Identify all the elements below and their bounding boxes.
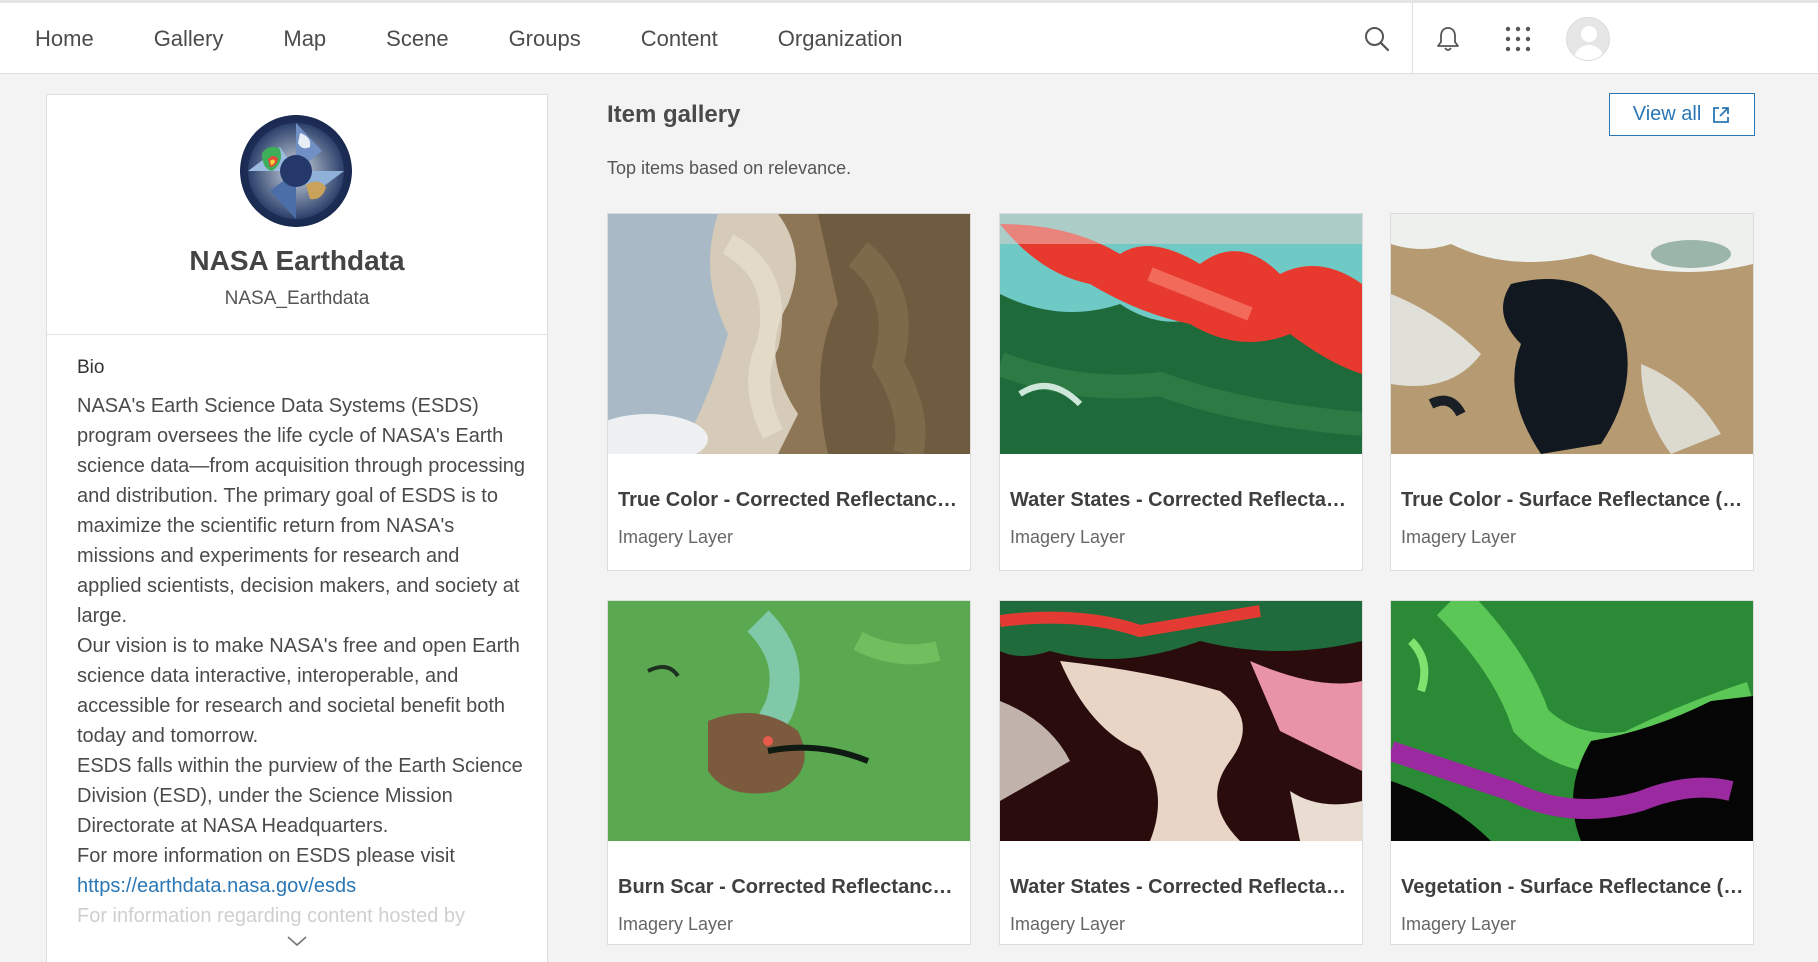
toolbar-divider [1412, 3, 1413, 74]
card-type: Imagery Layer [1401, 914, 1517, 934]
card-type: Imagery Layer [1010, 914, 1126, 934]
top-navigation-bar: Home Gallery Map Scene Groups Content Or… [0, 0, 1818, 74]
gallery-card[interactable]: Water States - Corrected Reflectance (MO… [999, 213, 1363, 571]
profile-header: NASA Earthdata NASA_Earthdata [47, 95, 547, 335]
esds-link[interactable]: https://earthdata.nasa.gov/esds [77, 871, 527, 901]
bio-section: Bio NASA's Earth Science Data Systems (E… [77, 357, 527, 931]
nav-scene[interactable]: Scene [356, 3, 478, 74]
organization-logo [240, 115, 352, 227]
main-nav: Home Gallery Map Scene Groups Content Or… [0, 3, 933, 74]
bell-icon [1437, 26, 1459, 51]
gallery-card[interactable]: Vegetation - Surface Reflectance (MODIS,… [1390, 600, 1754, 945]
organization-name: NASA Earthdata [189, 245, 405, 276]
bio-paragraph: For more information on ESDS please visi… [77, 845, 455, 867]
search-icon [1365, 26, 1390, 51]
external-link-icon [1713, 106, 1730, 123]
nav-map[interactable]: Map [253, 3, 356, 74]
gallery-card[interactable]: Water States - Corrected Reflectance (MO… [999, 600, 1363, 945]
card-title: True Color - Surface Reflectance (MODIS,… [1401, 489, 1745, 511]
card-thumbnail [1000, 214, 1362, 454]
card-type: Imagery Layer [618, 527, 734, 547]
organization-username: NASA_Earthdata [224, 288, 370, 309]
card-thumbnail [1000, 601, 1362, 841]
user-menu-button[interactable] [1558, 3, 1618, 74]
card-thumbnail [1391, 601, 1753, 841]
bio-paragraph: Our vision is to make NASA's free and op… [77, 635, 520, 747]
nav-content[interactable]: Content [611, 3, 748, 74]
card-thumbnail [608, 601, 970, 841]
nav-gallery[interactable]: Gallery [124, 3, 254, 74]
gallery-subtitle: Top items based on relevance. [607, 158, 852, 178]
gallery-card[interactable]: Burn Scar - Corrected Reflectance (MODIS… [607, 600, 971, 945]
app-launcher-button[interactable] [1488, 3, 1548, 74]
profile-card: NASA Earthdata NASA_Earthdata Bio NASA's… [46, 94, 548, 962]
card-thumbnail [608, 214, 970, 454]
card-type: Imagery Layer [1010, 527, 1126, 547]
card-type: Imagery Layer [1401, 527, 1517, 547]
app-launcher-icon [1505, 26, 1531, 51]
card-title: Water States - Corrected Reflectance (MO… [1010, 489, 1354, 511]
chevron-down-icon[interactable] [286, 933, 308, 949]
card-thumbnail [1391, 214, 1753, 454]
search-button[interactable] [1347, 3, 1407, 74]
gallery-card[interactable]: True Color - Surface Reflectance (MODIS,… [1390, 213, 1754, 571]
bio-paragraph: ESDS falls within the purview of the Ear… [77, 755, 523, 837]
notifications-button[interactable] [1418, 3, 1478, 74]
nav-organization[interactable]: Organization [748, 3, 933, 74]
card-title: Vegetation - Surface Reflectance (MODIS,… [1401, 876, 1745, 898]
view-all-button[interactable]: View all [1609, 93, 1755, 136]
nav-home[interactable]: Home [0, 3, 124, 74]
gallery-title: Item gallery [607, 101, 741, 128]
nav-groups[interactable]: Groups [479, 3, 611, 74]
card-title: Water States - Corrected Reflectance (MO… [1010, 876, 1354, 898]
card-title: True Color - Corrected Reflectance (MODI… [618, 489, 962, 511]
bio-paragraph: NASA's Earth Science Data Systems (ESDS)… [77, 395, 526, 627]
bio-truncated-line: For information regarding content hosted… [77, 905, 465, 927]
gallery-card[interactable]: True Color - Corrected Reflectance (MODI… [607, 213, 971, 571]
view-all-label: View all [1632, 103, 1702, 125]
card-type: Imagery Layer [618, 914, 734, 934]
bio-heading: Bio [77, 357, 105, 378]
card-title: Burn Scar - Corrected Reflectance (MODIS… [618, 876, 962, 898]
bio-text: NASA's Earth Science Data Systems (ESDS)… [77, 391, 527, 871]
user-avatar [1566, 16, 1610, 61]
